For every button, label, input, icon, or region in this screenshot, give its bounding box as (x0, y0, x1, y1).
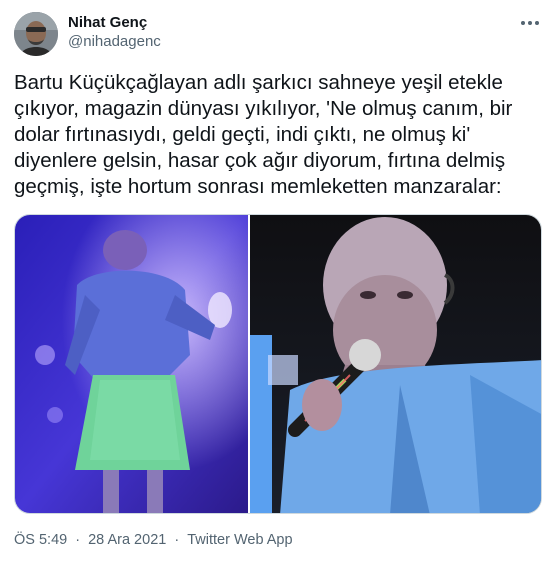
tweet-text: Bartu Küçükçağlayan adlı şarkıcı sahneye… (14, 71, 513, 198)
tweet-source[interactable]: Twitter Web App (187, 530, 292, 550)
avatar-image (14, 12, 58, 56)
more-options-icon[interactable] (517, 14, 543, 34)
photo-left[interactable] (15, 215, 248, 513)
author-name[interactable]: Nihat Genç (68, 14, 161, 32)
author-handle[interactable]: @nihadagenc (68, 32, 161, 52)
tweet-time[interactable]: ÖS 5:49 (14, 530, 67, 550)
photo-right[interactable] (250, 215, 541, 513)
avatar[interactable] (14, 12, 58, 56)
meta-separator: · (174, 532, 180, 548)
author-block: Nihat Genç @nihadagenc (68, 14, 161, 52)
media-grid[interactable] (14, 214, 542, 514)
tweet-date[interactable]: 28 Ara 2021 (88, 530, 166, 550)
tweet-meta: ÖS 5:49 · 28 Ara 2021 · Twitter Web App (14, 530, 293, 550)
tweet: Nihat Genç @nihadagenc Bartu Küçükçağlay… (0, 0, 557, 565)
meta-separator: · (75, 532, 81, 548)
